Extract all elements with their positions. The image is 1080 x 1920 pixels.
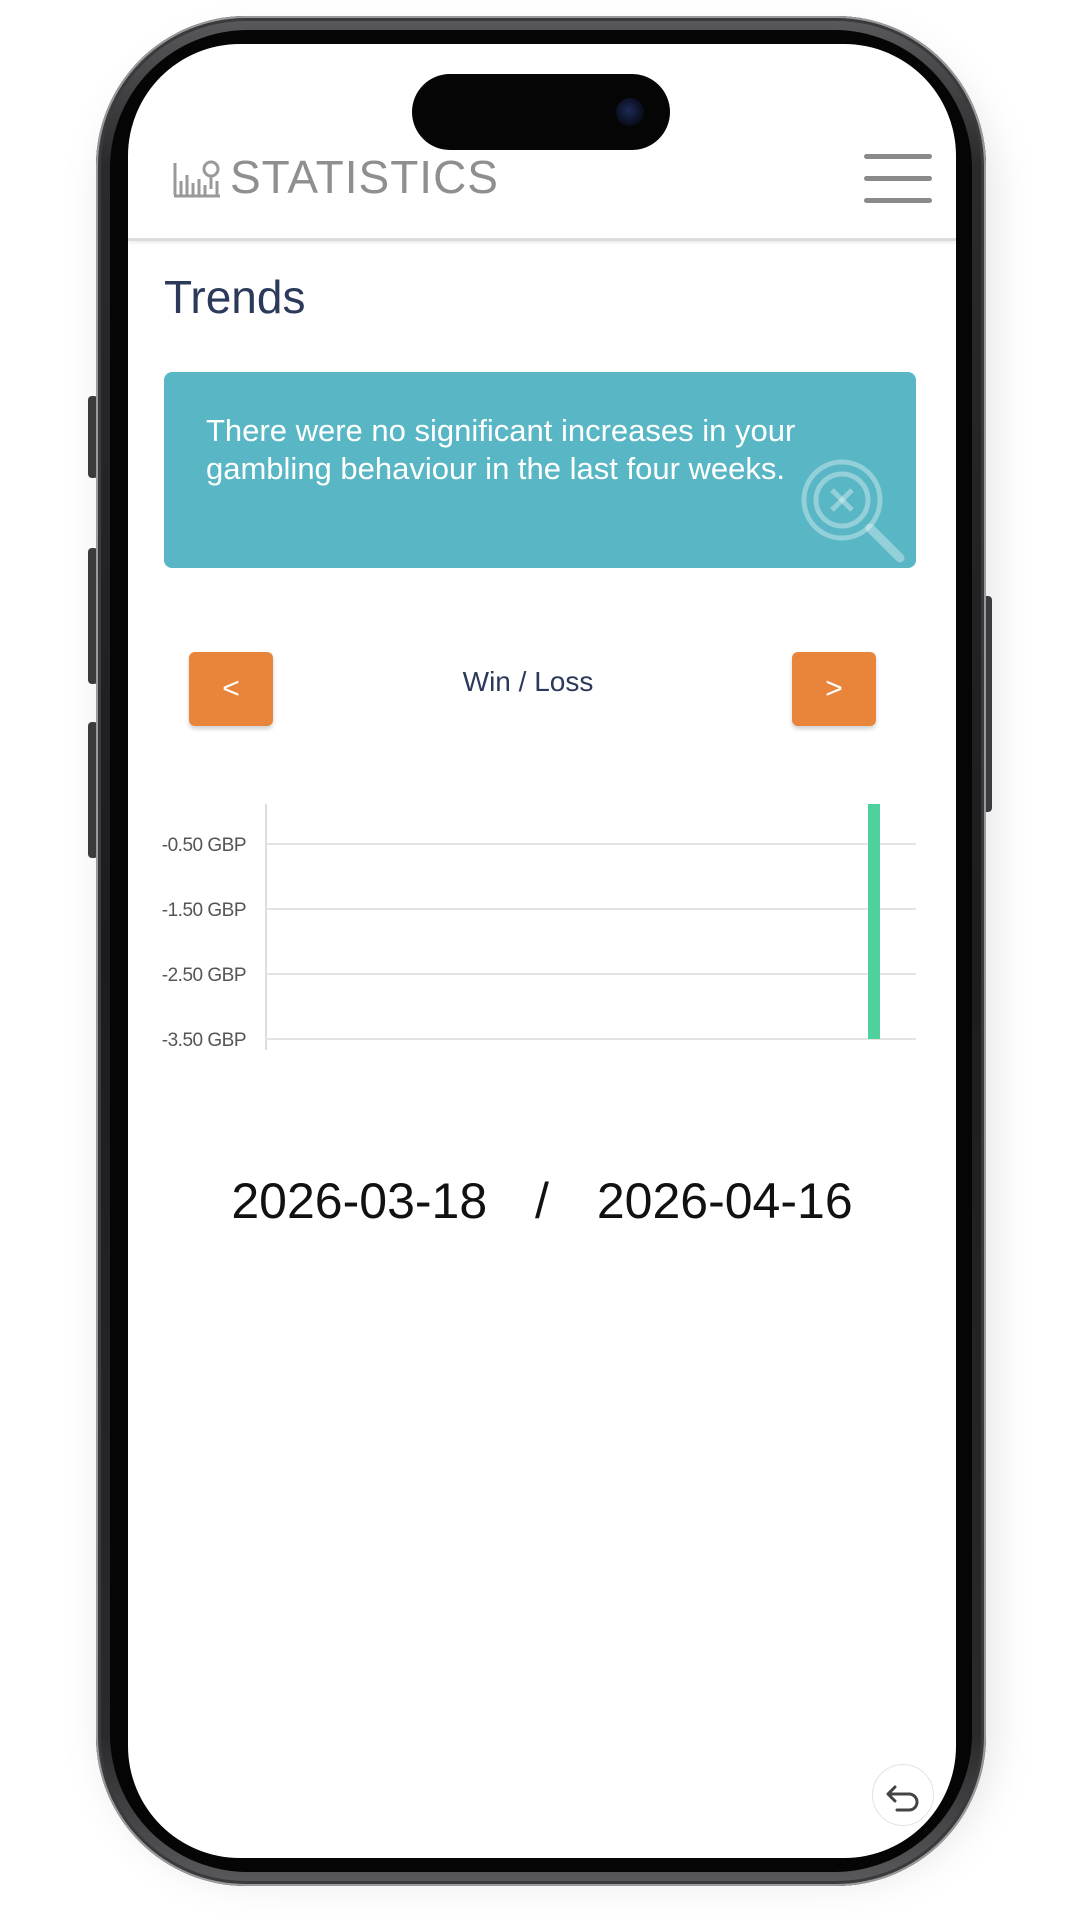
- menu-line: [864, 176, 932, 181]
- dynamic-island: [412, 74, 670, 150]
- search-x-icon: [801, 459, 905, 563]
- menu-button[interactable]: [864, 154, 934, 208]
- page-title: Trends: [164, 271, 306, 323]
- back-button[interactable]: [872, 1764, 934, 1826]
- app-screen: STATISTICS Trends There were no signific…: [128, 44, 956, 1858]
- date-range-end: 2026-04-16: [596, 1173, 853, 1229]
- y-tick-label: -0.50 GBP: [162, 835, 246, 856]
- next-chart-button[interactable]: >: [792, 652, 876, 726]
- previous-chart-button[interactable]: <: [189, 652, 273, 726]
- front-camera: [616, 98, 644, 126]
- statistics-icon: [173, 160, 220, 198]
- date-range-separator: /: [535, 1173, 549, 1229]
- chart-title: Win / Loss: [462, 666, 594, 697]
- y-tick-label: -2.50 GBP: [162, 965, 246, 986]
- date-range-start: 2026-03-18: [231, 1173, 488, 1229]
- app-title: STATISTICS: [230, 151, 499, 203]
- back-arrow-icon: [886, 1785, 919, 1812]
- date-range: 2026-03-18 / 2026-04-16: [128, 1172, 956, 1230]
- win-loss-chart: -0.50 GBP -1.50 GBP -2.50 GBP -3.50 GBP: [162, 804, 916, 1051]
- alert-message: There were no significant increases in y…: [206, 413, 796, 486]
- y-tick-label: -3.50 GBP: [162, 1030, 246, 1051]
- menu-line: [864, 198, 932, 203]
- hamburger-menu-icon: [864, 154, 932, 159]
- y-tick-label: -1.50 GBP: [162, 900, 246, 921]
- trend-alert: There were no significant increases in y…: [164, 372, 916, 568]
- brand: STATISTICS: [172, 154, 499, 200]
- win-loss-bar: [868, 804, 880, 1039]
